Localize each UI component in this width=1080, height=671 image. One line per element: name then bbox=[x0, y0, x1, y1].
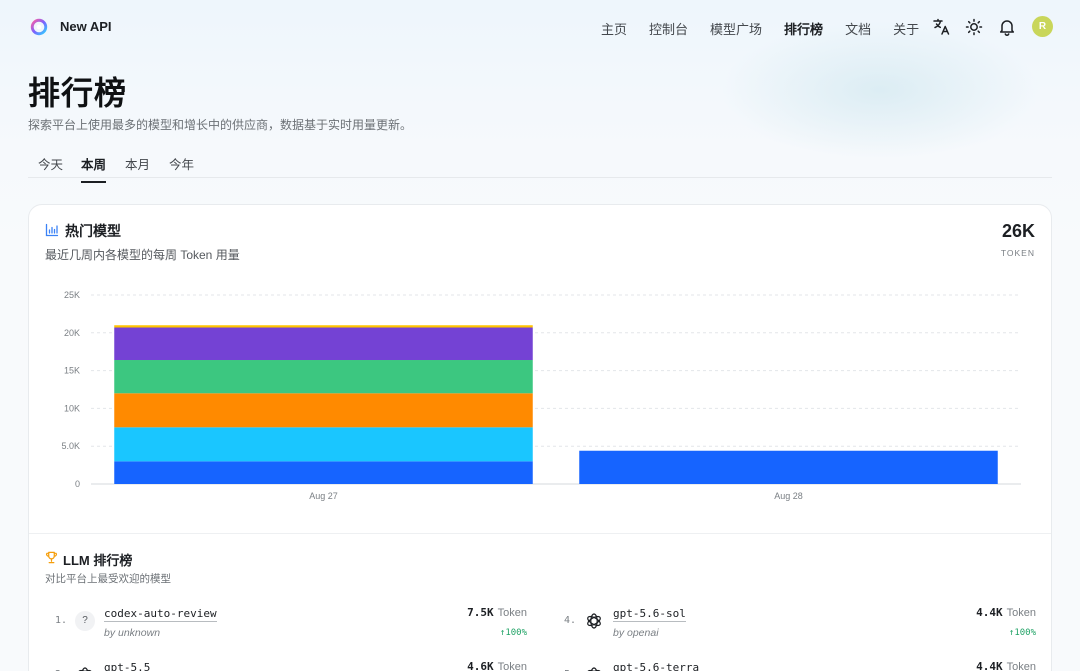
openai-icon bbox=[587, 667, 601, 671]
model-provider: by openai bbox=[613, 627, 659, 639]
main-nav: 主页 控制台 模型广场 排行榜 文档 关于 bbox=[590, 19, 930, 38]
y-tick-label: 5.0K bbox=[61, 441, 80, 451]
model-name-link[interactable]: gpt-5.5 bbox=[104, 661, 150, 671]
nav-leaderboard[interactable]: 排行榜 bbox=[773, 19, 834, 38]
change-percent: ↑100% bbox=[1008, 628, 1036, 638]
y-tick-label: 0 bbox=[75, 479, 80, 489]
token-label: Token bbox=[1006, 661, 1036, 671]
brand-name[interactable]: New API bbox=[60, 19, 112, 34]
token-usage: 4.4K Token bbox=[976, 660, 1036, 671]
row-rank: 4. bbox=[564, 615, 577, 626]
model-name-link[interactable]: gpt-5.6-terra bbox=[613, 661, 699, 671]
trophy-icon bbox=[46, 551, 57, 564]
token-value: 4.6K bbox=[467, 660, 494, 671]
llm-leaderboard-subtitle: 对比平台上最受欢迎的模型 bbox=[45, 573, 171, 585]
bar-segment[interactable] bbox=[114, 393, 533, 428]
bar-segment[interactable] bbox=[114, 427, 533, 462]
total-token-unit: TOKEN bbox=[1000, 248, 1035, 258]
openai-icon bbox=[78, 667, 92, 671]
page-subtitle: 探索平台上使用最多的模型和增长中的供应商，数据基于实时用量更新。 bbox=[28, 118, 413, 132]
row-rank: 1. bbox=[55, 615, 68, 626]
y-tick-label: 25K bbox=[64, 290, 80, 300]
nav-model-square[interactable]: 模型广场 bbox=[699, 19, 773, 38]
weekly-token-chart: 0 5.0K 10K 15K 20K 25K Aug 27 Aug 28 bbox=[61, 290, 1021, 501]
nav-console[interactable]: 控制台 bbox=[638, 19, 699, 38]
bar-segment[interactable] bbox=[114, 461, 533, 484]
bell-icon[interactable] bbox=[997, 17, 1017, 37]
new-api-logo-icon[interactable] bbox=[30, 18, 48, 36]
period-tabs: 今天 本周 本月 今年 bbox=[28, 154, 1052, 183]
nav-about[interactable]: 关于 bbox=[882, 19, 930, 38]
unknown-icon: ? bbox=[75, 611, 95, 631]
change-percent: ↑100% bbox=[499, 628, 527, 638]
x-tick-label: Aug 28 bbox=[774, 491, 803, 501]
tab-this-week[interactable]: 本周 bbox=[81, 154, 107, 183]
hot-models-card: 热门模型 最近几周内各模型的每周 Token 用量 26K TOKEN 0 5.0… bbox=[28, 204, 1052, 671]
y-tick-label: 15K bbox=[64, 366, 80, 376]
token-label: Token bbox=[497, 661, 527, 671]
card-divider bbox=[29, 533, 1051, 534]
tab-today[interactable]: 今天 bbox=[38, 154, 63, 181]
token-value: 4.4K bbox=[976, 660, 1003, 671]
y-tick-label: 20K bbox=[64, 328, 80, 338]
bar-segment[interactable] bbox=[114, 325, 533, 328]
bar-chart-icon bbox=[45, 223, 59, 237]
model-provider: by unknown bbox=[104, 627, 161, 639]
token-usage: 7.5K Token bbox=[467, 606, 527, 619]
model-name-link[interactable]: codex-auto-review bbox=[104, 607, 217, 622]
hot-models-subtitle: 最近几周内各模型的每周 Token 用量 bbox=[45, 248, 240, 262]
token-value: 7.5K bbox=[467, 606, 494, 619]
tab-this-month[interactable]: 本月 bbox=[125, 154, 150, 181]
leaderboard-row[interactable]: 2. gpt-5.5 4.6KToken bbox=[55, 657, 527, 671]
leaderboard-row[interactable]: 4. gpt-5.6-sol by openai 4.4K Token ↑100% bbox=[564, 603, 1036, 647]
top-navigation-bar: New API 主页 控制台 模型广场 排行榜 文档 关于 R bbox=[0, 0, 1080, 56]
leaderboard-row[interactable]: 5. gpt-5.6-terra 4.4KToken bbox=[564, 657, 1036, 671]
token-label: Token bbox=[497, 607, 527, 619]
openai-icon bbox=[587, 613, 601, 629]
y-tick-label: 10K bbox=[64, 403, 80, 413]
total-token-value: 26K bbox=[1001, 221, 1035, 241]
model-name-link[interactable]: gpt-5.6-sol bbox=[613, 607, 686, 622]
leaderboard-row[interactable]: 1. ? codex-auto-review by unknown 7.5K To… bbox=[55, 603, 527, 647]
x-tick-label: Aug 27 bbox=[309, 491, 338, 501]
page-title: 排行榜 bbox=[28, 75, 128, 111]
llm-leaderboard-title: LLM 排行榜 bbox=[63, 553, 133, 568]
token-label: Token bbox=[1006, 607, 1036, 619]
user-avatar[interactable]: R bbox=[1032, 16, 1053, 37]
theme-sun-icon[interactable] bbox=[964, 17, 984, 37]
bar-segment[interactable] bbox=[114, 327, 533, 361]
translate-icon[interactable] bbox=[932, 17, 952, 37]
bar-segment[interactable] bbox=[114, 360, 533, 394]
token-usage: 4.4K Token bbox=[976, 606, 1036, 619]
tab-this-year[interactable]: 今年 bbox=[169, 154, 194, 181]
bar-segment[interactable] bbox=[579, 450, 998, 484]
hot-models-title: 热门模型 bbox=[65, 223, 121, 239]
nav-home[interactable]: 主页 bbox=[590, 19, 638, 38]
token-usage: 4.6K Token bbox=[467, 660, 527, 671]
nav-docs[interactable]: 文档 bbox=[834, 19, 882, 38]
token-value: 4.4K bbox=[976, 606, 1003, 619]
